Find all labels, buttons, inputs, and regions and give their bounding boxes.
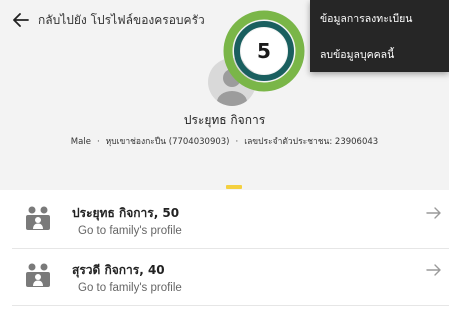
arrow-right-icon[interactable] [425, 261, 443, 279]
menu-item-registration-info[interactable]: ข้อมูลการลงทะเบียน [310, 0, 449, 36]
person-info: Male · หุบเขาช่องกะปืน (7704030903) · เลขประ… [70, 137, 379, 147]
family-member-list: ประยุทธ กิจการ, 50 Go to family's profil… [12, 192, 449, 306]
tab-indicator [226, 185, 242, 189]
back-link-label[interactable]: กลับไปยัง โปรไฟล์ของครอบครัว [38, 11, 205, 30]
family-member-row[interactable]: ประยุทธ กิจการ, 50 Go to family's profil… [12, 192, 449, 249]
separator-dot: · [235, 137, 239, 147]
arrow-right-icon[interactable] [425, 204, 443, 222]
family-member-name: สุรวดี กิจการ, 40 [72, 263, 165, 277]
family-icon [26, 206, 50, 230]
back-link[interactable]: กลับไปยัง โปรไฟล์ของครอบครัว [10, 9, 205, 31]
family-member-row[interactable]: สุรวดี กิจการ, 40 Go to family's profile [12, 249, 449, 306]
family-member-subtitle: Go to family's profile [78, 225, 182, 237]
overflow-menu: ข้อมูลการลงทะเบียน ลบข้อมูลบุคคลนี้ [310, 0, 449, 72]
arrow-left-icon[interactable] [10, 9, 32, 31]
step-badge-number: 5 [257, 39, 271, 63]
family-member-name: ประยุทธ กิจการ, 50 [72, 206, 180, 220]
id-label: เลขประจำตัวประชาชน [244, 137, 330, 147]
gender-value: Male [70, 137, 91, 147]
family-icon [26, 263, 50, 287]
id-value: 23906043 [334, 137, 379, 147]
family-member-subtitle: Go to family's profile [78, 282, 182, 294]
separator-dot: · [96, 137, 100, 147]
menu-item-delete-person[interactable]: ลบข้อมูลบุคคลนี้ [310, 36, 449, 72]
person-name: ประยุทธ กิจการ [183, 113, 266, 127]
household-value: หุบเขาช่องกะปืน (7704030903) [105, 137, 230, 147]
